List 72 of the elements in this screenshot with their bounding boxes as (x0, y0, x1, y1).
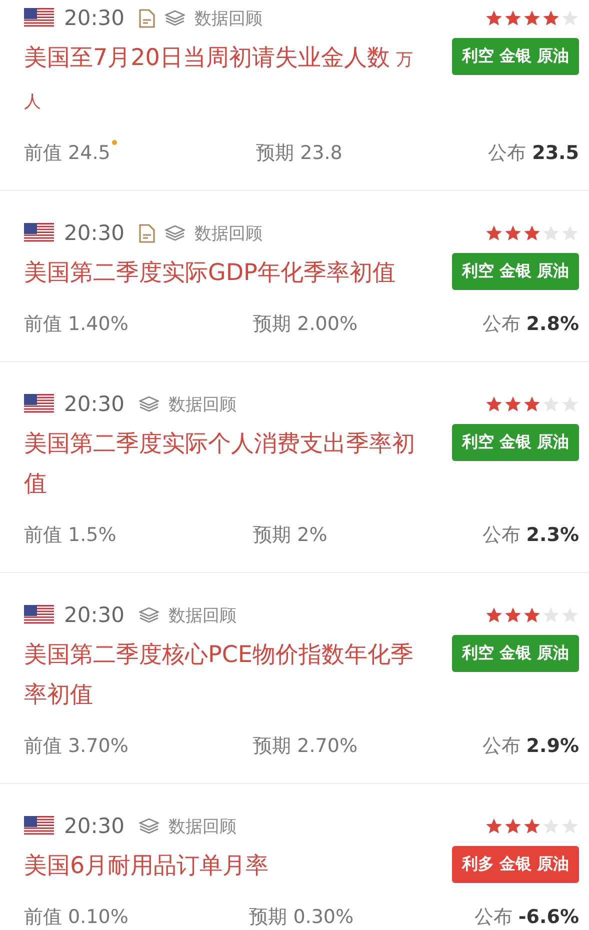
star-icon (485, 224, 503, 242)
impact-tag: 利多 金银 原油 (452, 846, 579, 883)
star-icon (485, 395, 503, 413)
event-title: 美国第二季度实际GDP年化季率初值 (24, 259, 396, 288)
previous-value: 前值 1.40% (24, 312, 128, 337)
data-review-link[interactable]: 数据回顾 (168, 814, 237, 838)
event-time: 20:30 (64, 392, 125, 416)
event-time: 20:30 (64, 6, 125, 30)
star-icon (504, 9, 522, 27)
impact-tag: 利空 金银 原油 (452, 635, 579, 672)
document-icon[interactable] (138, 224, 155, 242)
star-icon (561, 224, 579, 242)
previous-value: 前值 3.70% (24, 734, 128, 759)
star-icon (523, 606, 541, 624)
layers-icon[interactable] (138, 396, 159, 412)
document-icon[interactable] (138, 8, 155, 28)
forecast-value: 预期 2.00% (253, 312, 358, 337)
star-icon (485, 606, 503, 624)
actual-value: 公布 2.9% (482, 734, 579, 759)
actual-value: 公布 23.5 (488, 141, 579, 166)
star-icon (542, 606, 560, 624)
star-icon (561, 395, 579, 413)
event-title: 美国第二季度实际个人消费支出季率初值 (24, 430, 416, 499)
event-time: 20:30 (64, 814, 125, 838)
layers-icon[interactable] (164, 225, 185, 241)
star-icon (504, 395, 522, 413)
data-review-link[interactable]: 数据回顾 (194, 6, 263, 30)
star-icon (542, 9, 560, 27)
event-title: 美国至7月20日当周初请失业金人数 万人 (24, 44, 414, 114)
event-title: 美国第二季度核心PCE物价指数年化季率初值 (24, 641, 414, 710)
star-icon (504, 224, 522, 242)
data-review-link[interactable]: 数据回顾 (168, 604, 237, 626)
star-icon (561, 817, 579, 835)
us-flag-icon (24, 223, 54, 243)
actual-value: 公布 -6.6% (474, 905, 579, 930)
event-time: 20:30 (64, 221, 125, 245)
star-icon (542, 395, 560, 413)
us-flag-icon (24, 8, 54, 28)
layers-icon[interactable] (138, 818, 159, 834)
star-icon (561, 9, 579, 27)
us-flag-icon (24, 394, 54, 414)
forecast-value: 预期 2.70% (253, 734, 358, 759)
data-review-link[interactable]: 数据回顾 (194, 222, 263, 244)
forecast-value: 预期 23.8 (256, 141, 342, 166)
star-icon (542, 224, 560, 242)
star-icon (561, 606, 579, 624)
star-icon (485, 9, 503, 27)
star-icon (504, 606, 522, 624)
star-icon (485, 817, 503, 835)
star-icon (523, 817, 541, 835)
forecast-value: 预期 2% (253, 523, 328, 548)
star-icon (504, 817, 522, 835)
star-icon (542, 817, 560, 835)
star-icon (523, 224, 541, 242)
data-review-link[interactable]: 数据回顾 (168, 392, 237, 416)
actual-value: 公布 2.8% (482, 312, 579, 337)
previous-value: 前值 24.5 (24, 140, 110, 166)
event-title: 美国6月耐用品订单月率 (24, 852, 270, 881)
previous-value: 前值 1.5% (24, 523, 116, 548)
layers-icon[interactable] (164, 10, 185, 26)
us-flag-icon (24, 816, 54, 836)
forecast-value: 预期 0.30% (249, 905, 354, 930)
star-icon (523, 9, 541, 27)
impact-tag: 利空 金银 原油 (452, 38, 579, 75)
impact-tag: 利空 金银 原油 (452, 253, 579, 290)
impact-tag: 利空 金银 原油 (452, 424, 579, 461)
star-icon (523, 395, 541, 413)
layers-icon[interactable] (138, 607, 159, 623)
us-flag-icon (24, 605, 54, 625)
previous-value: 前值 0.10% (24, 905, 128, 930)
event-time: 20:30 (64, 603, 125, 627)
actual-value: 公布 2.3% (482, 523, 579, 548)
